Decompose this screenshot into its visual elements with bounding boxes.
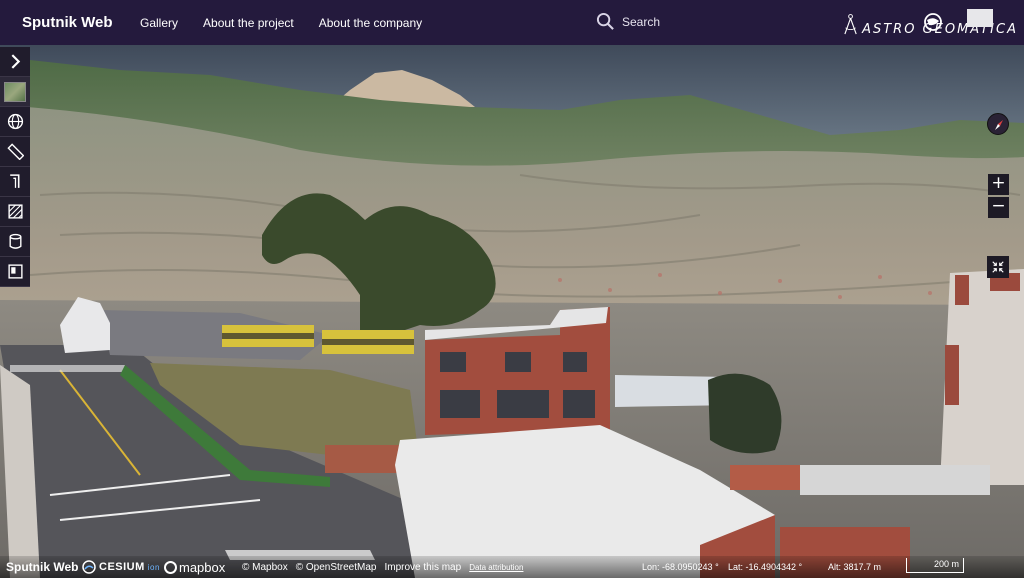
cesium-logo[interactable]: CESIUM ion [82,560,164,574]
search-icon [596,12,614,30]
globe-icon [7,113,23,130]
concrete-wall [800,465,990,495]
measure-area-button[interactable] [0,197,30,227]
mapbox-label: mapbox [179,559,226,575]
improve-map-link[interactable]: Improve this map [384,562,461,573]
zoom-out-button[interactable]: − [988,197,1009,218]
attr-osm-link[interactable]: © OpenStreetMap [296,562,377,573]
longitude-readout: Lon: -68.0950243 ° [642,562,719,572]
globe-button[interactable] [0,107,30,137]
exit-fullscreen-button[interactable] [987,256,1009,278]
measure-distance-button[interactable] [0,137,30,167]
bottom-status-bar: Sputnik Web CESIUM ion mapbox © Mapbox ©… [0,556,1024,578]
mapbox-logo[interactable]: mapbox [164,560,242,575]
ruler-icon [6,143,24,160]
astro-geomatica-logo[interactable]: ASTRO GEOMATICA [843,6,1018,42]
data-attribution-link[interactable]: Data attribution [469,563,523,572]
nav-gallery[interactable]: Gallery [140,16,178,30]
altitude-readout: Alt: 3817.7 m [828,562,882,572]
nav-about-project[interactable]: About the project [203,16,294,30]
top-navigation-bar: Sputnik Web Gallery About the project Ab… [0,0,1024,45]
brand-title[interactable]: Sputnik Web [22,14,140,31]
collapse-arrows-icon [992,261,1004,273]
search-button[interactable]: Search [596,12,660,31]
scale-bar: 200 m [906,558,964,573]
expand-toolbar-button[interactable] [0,47,30,77]
measure-height-button[interactable] [0,167,30,197]
nav-about-company[interactable]: About the company [319,16,422,30]
status-brand: Sputnik Web [6,560,79,574]
search-label: Search [622,14,661,29]
mapbox-logo-icon [164,560,177,574]
cesium-suffix: ion [147,562,160,572]
chevron-right-icon [11,54,20,69]
zoom-in-button[interactable]: + [988,174,1009,195]
compass-logo-icon [844,14,857,35]
attr-mapbox-link[interactable]: © Mapbox [242,562,288,573]
compass-icon [995,120,1003,130]
cesium-label: CESIUM [99,561,145,573]
terrain-scene[interactable] [0,45,1024,578]
crosswalk-top [10,365,125,372]
base-layer-button[interactable] [0,77,30,107]
latitude-readout: Lat: -16.4904342 ° [728,562,803,572]
map-thumbnail-icon [4,81,26,102]
logo-badge [967,9,993,27]
logo-globe-icon [924,13,942,31]
panel-icon [7,264,23,279]
sputnik-web-app: Sputnik Web Gallery About the project Ab… [0,0,1024,578]
area-hatch-icon [7,204,23,219]
cesium-logo-icon [82,560,96,574]
cylinder-icon [8,233,22,249]
measure-volume-button[interactable] [0,227,30,257]
3d-map-viewport[interactable] [0,45,1024,578]
layers-panel-button[interactable] [0,257,30,287]
brick-wall [325,445,400,473]
height-icon [9,174,19,188]
main-nav: Gallery About the project About the comp… [140,16,447,30]
left-toolbar [0,47,30,287]
compass-button[interactable] [987,113,1009,135]
